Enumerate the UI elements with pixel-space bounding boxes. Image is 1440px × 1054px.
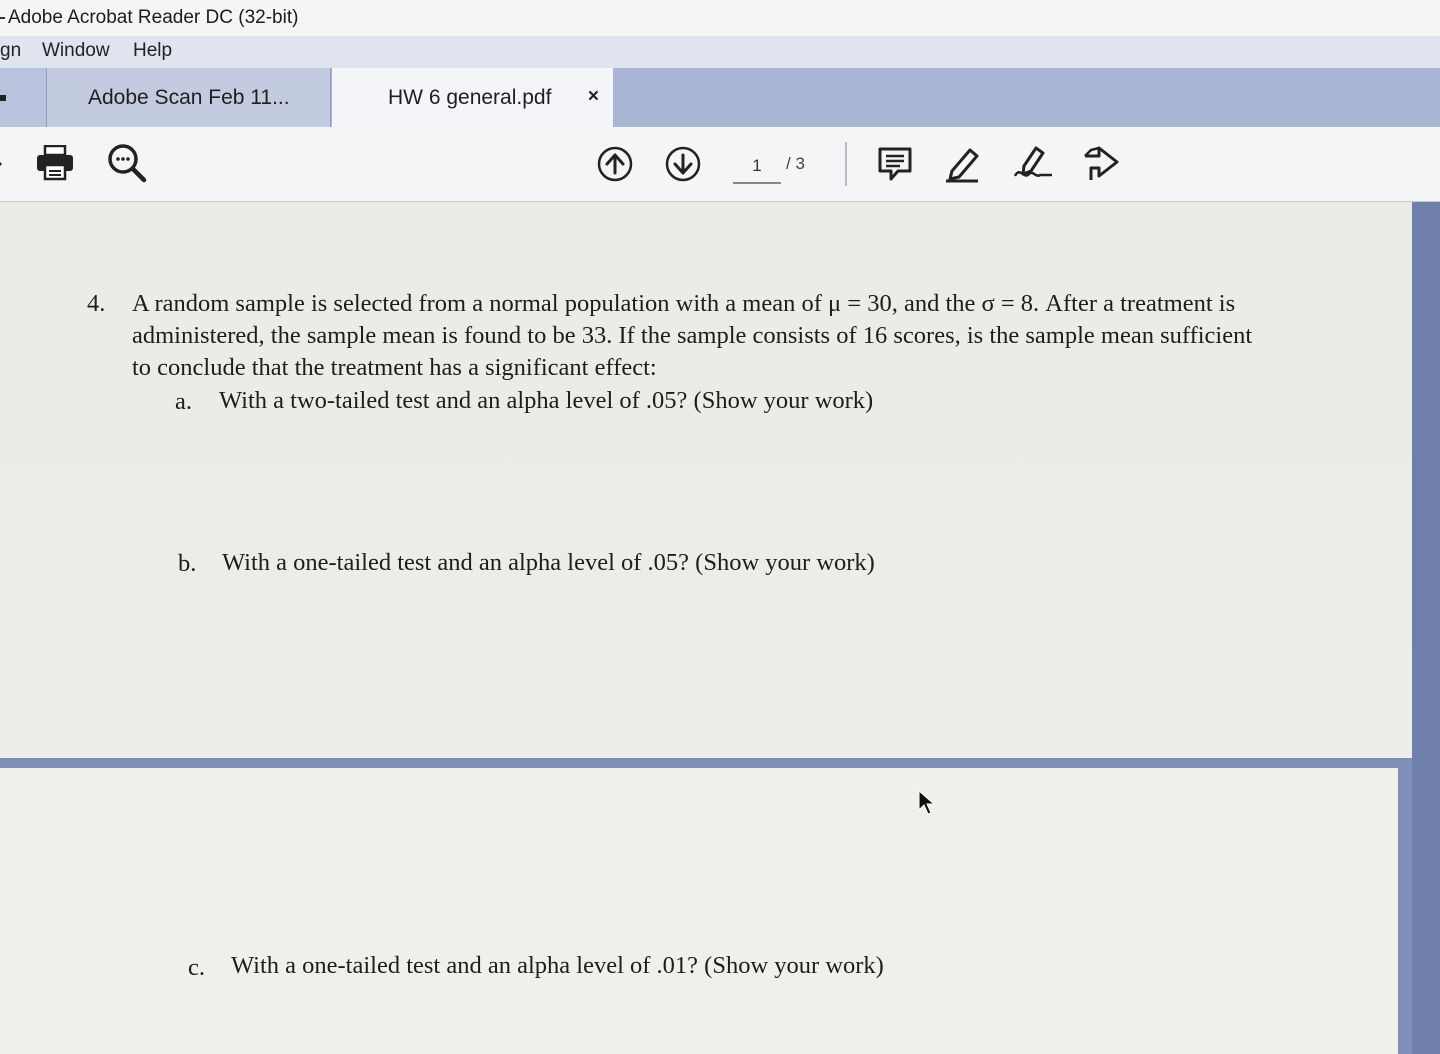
document-viewport[interactable]: 4. A random sample is selected from a no… bbox=[0, 202, 1440, 1054]
menu-bar: gn Window Help bbox=[0, 36, 1440, 69]
window-edge bbox=[0, 17, 5, 19]
question-text-line-2: administered, the sample mean is found t… bbox=[132, 322, 1253, 349]
share-icon[interactable] bbox=[1082, 144, 1120, 184]
home-tab-marker bbox=[0, 95, 6, 101]
menu-item-help[interactable]: Help bbox=[133, 40, 172, 62]
part-b-text: With a one-tailed test and an alpha leve… bbox=[222, 549, 875, 576]
close-tab-icon[interactable]: × bbox=[588, 86, 599, 108]
page-total: / 3 bbox=[786, 154, 805, 173]
comment-icon[interactable] bbox=[878, 147, 912, 181]
title-bar: Adobe Acrobat Reader DC (32-bit) bbox=[0, 0, 1440, 37]
question-text-line-3: to conclude that the treatment has a sig… bbox=[132, 354, 657, 381]
tab-label: Adobe Scan Feb 11... bbox=[88, 85, 290, 109]
app-title: Adobe Acrobat Reader DC (32-bit) bbox=[8, 7, 299, 28]
search-icon[interactable] bbox=[107, 143, 147, 183]
pdf-page-2: c. With a one-tailed test and an alpha l… bbox=[0, 768, 1398, 1054]
scrollbar[interactable] bbox=[1412, 202, 1440, 1054]
menu-item-window[interactable]: Window bbox=[42, 40, 110, 62]
part-c-label: c. bbox=[188, 954, 205, 981]
tab-home[interactable] bbox=[0, 68, 47, 127]
tab-bar: Adobe Scan Feb 11... HW 6 general.pdf × bbox=[0, 68, 1440, 128]
tab-hw6-general[interactable]: HW 6 general.pdf × bbox=[332, 68, 613, 127]
back-arrow-icon[interactable] bbox=[0, 154, 6, 174]
part-c-text: With a one-tailed test and an alpha leve… bbox=[231, 952, 884, 979]
mouse-cursor-icon bbox=[918, 790, 936, 815]
toolbar: / 3 bbox=[0, 127, 1440, 202]
part-b-label: b. bbox=[178, 550, 197, 577]
part-a-label: a. bbox=[175, 388, 192, 415]
page-up-icon[interactable] bbox=[597, 146, 633, 182]
print-icon[interactable] bbox=[36, 145, 74, 181]
pdf-page-1: 4. A random sample is selected from a no… bbox=[0, 202, 1412, 758]
question-text-line-1: A random sample is selected from a norma… bbox=[132, 290, 1236, 317]
tab-label: HW 6 general.pdf bbox=[388, 85, 552, 109]
page-down-icon[interactable] bbox=[665, 146, 701, 182]
sign-icon[interactable] bbox=[1012, 144, 1054, 184]
highlight-icon[interactable] bbox=[944, 145, 982, 183]
toolbar-divider bbox=[845, 142, 847, 186]
page-number-input[interactable] bbox=[733, 150, 781, 184]
part-a-text: With a two-tailed test and an alpha leve… bbox=[219, 387, 874, 414]
question-number: 4. bbox=[87, 290, 106, 317]
menu-item-sign[interactable]: gn bbox=[0, 40, 21, 62]
tab-adobe-scan[interactable]: Adobe Scan Feb 11... bbox=[47, 68, 331, 127]
